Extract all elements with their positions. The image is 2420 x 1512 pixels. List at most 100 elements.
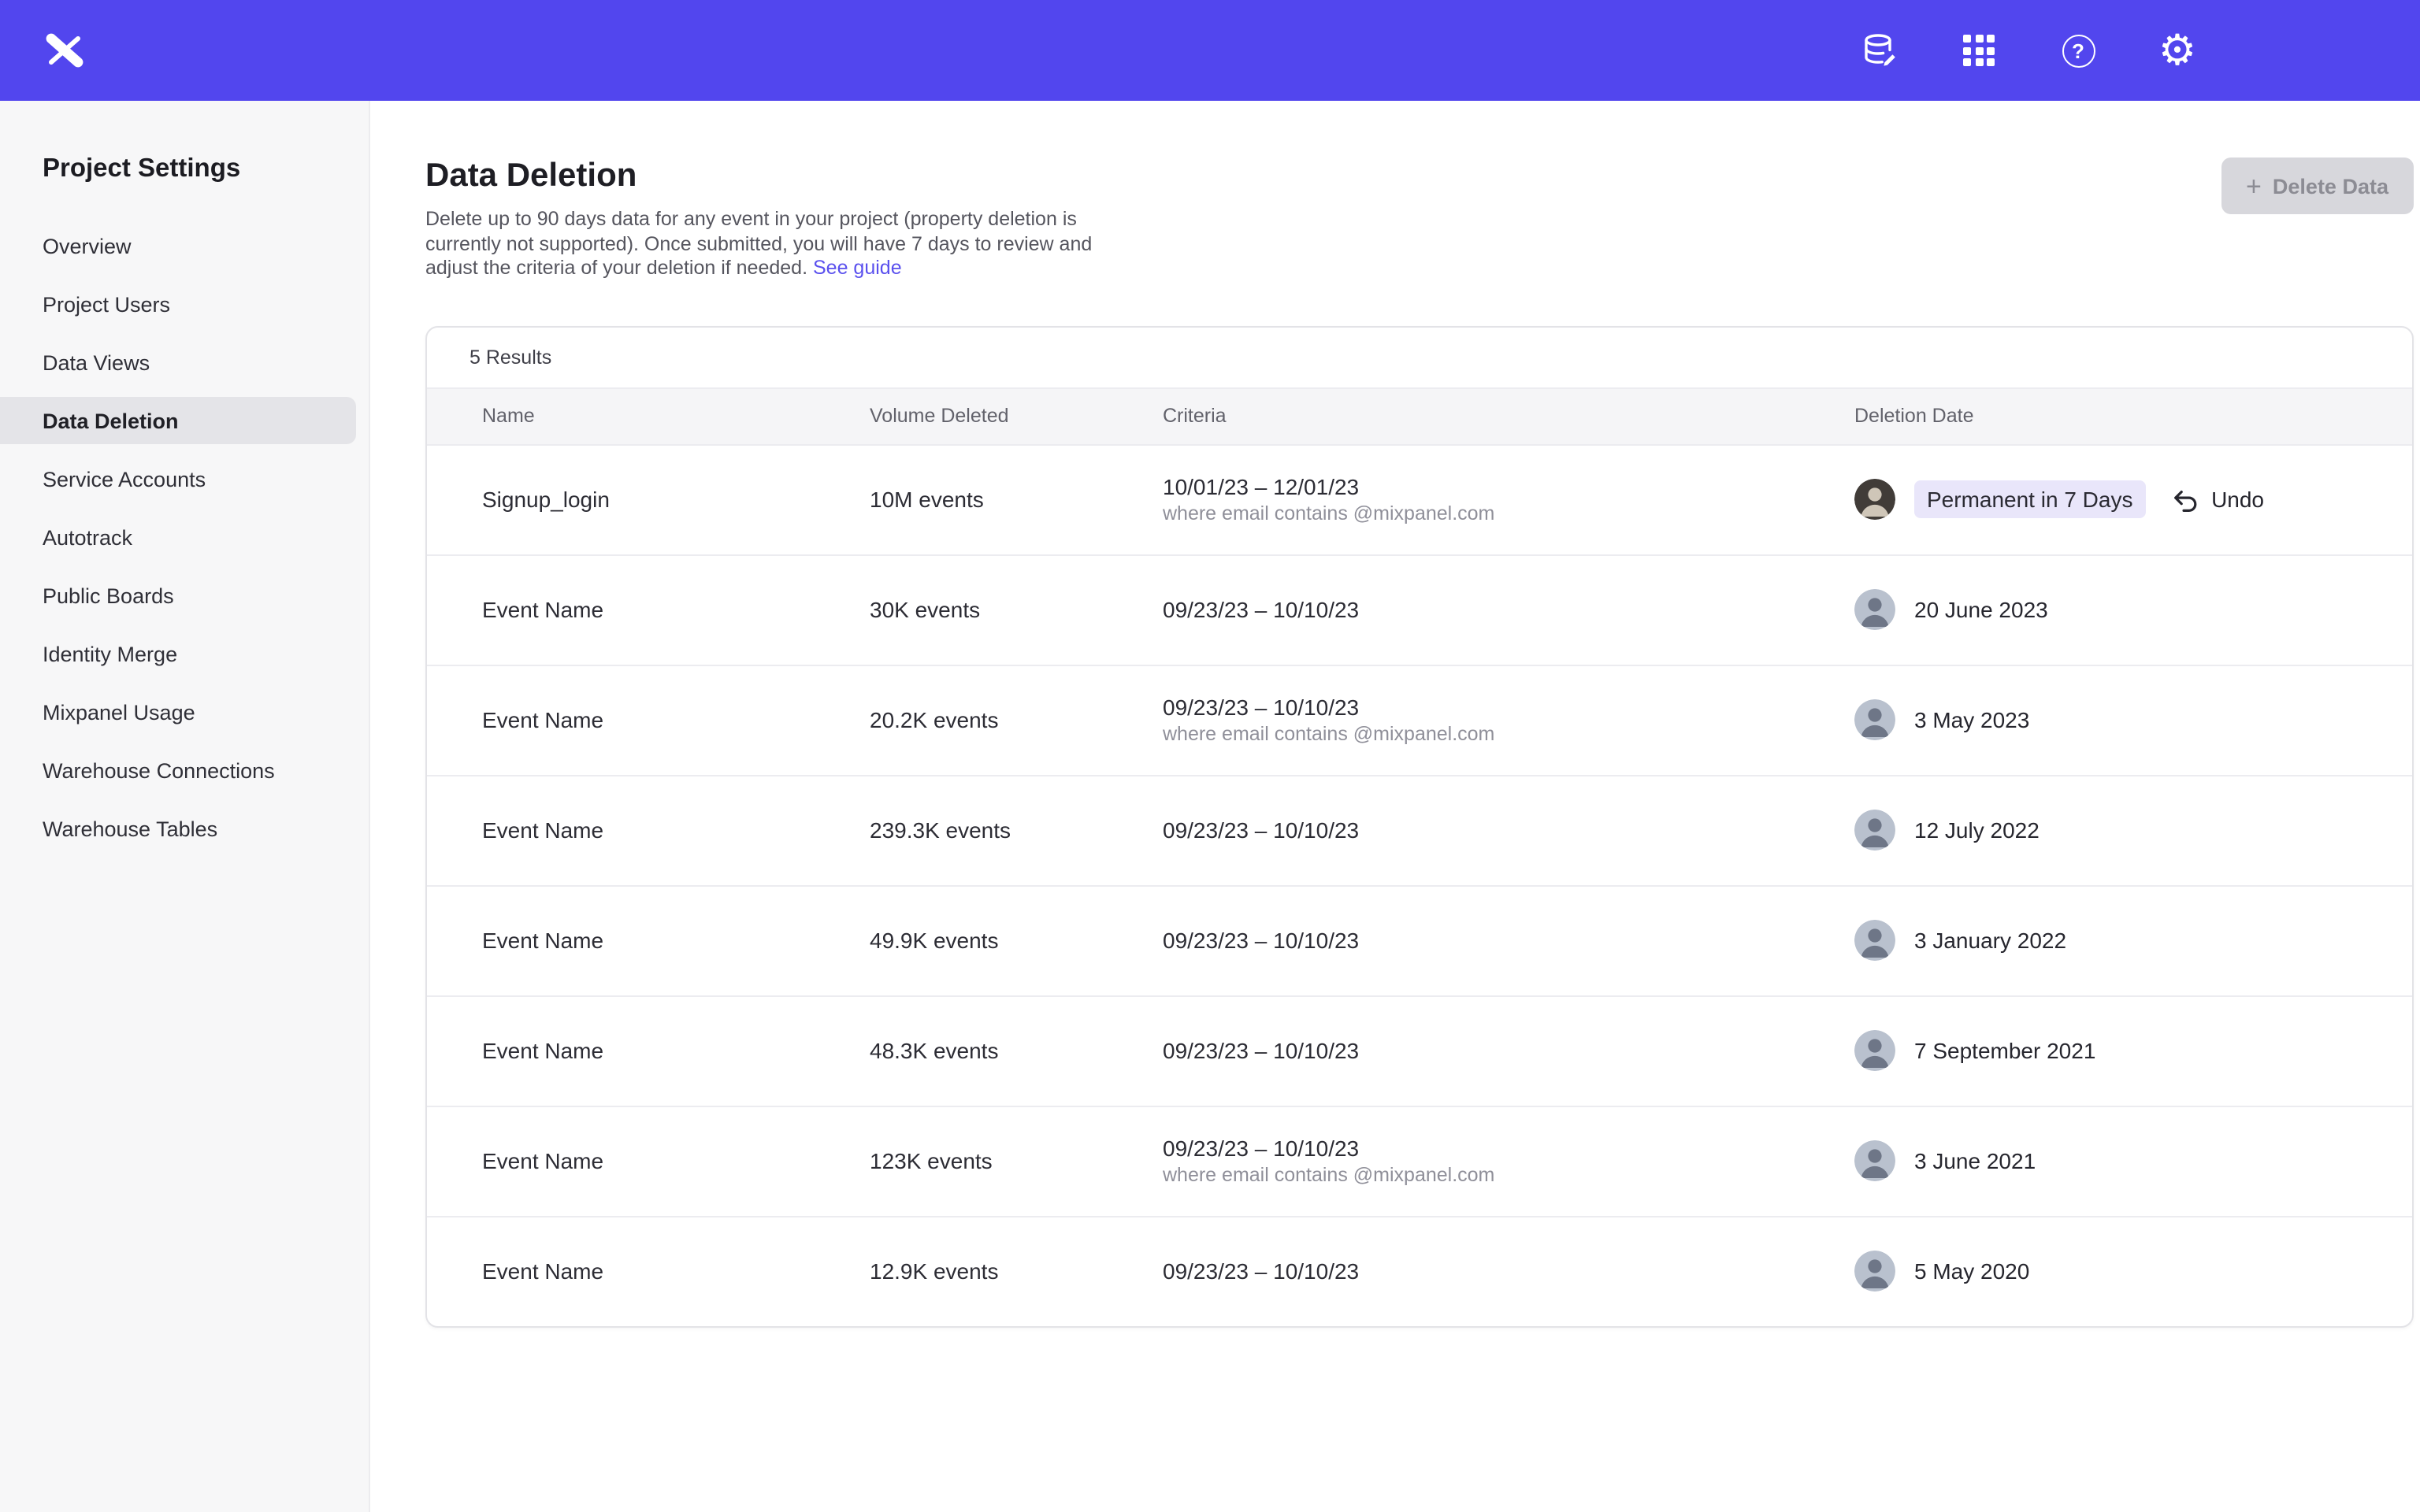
sidebar-item-label: Data Deletion xyxy=(43,409,179,432)
sidebar-item-label: Project Users xyxy=(43,292,170,316)
table-row: Event Name 12.9K events 09/23/23 – 10/10… xyxy=(427,1215,2412,1325)
sidebar-item-label: Public Boards xyxy=(43,584,174,607)
criteria-filter: where email contains @mixpanel.com xyxy=(1163,1164,1854,1186)
avatar xyxy=(1854,1030,1895,1071)
gear-glyph: ⚙ xyxy=(2158,29,2196,72)
sidebar-item-label: Autotrack xyxy=(43,525,132,549)
criteria-date-range: 09/23/23 – 10/10/23 xyxy=(1163,1136,1854,1161)
table-row: Event Name 30K events 09/23/23 – 10/10/2… xyxy=(427,554,2412,664)
page-description-text: Delete up to 90 days data for any event … xyxy=(425,208,1092,279)
sidebar-item-warehouse-connections[interactable]: Warehouse Connections xyxy=(0,747,356,794)
row-name: Event Name xyxy=(482,1148,870,1173)
page-description: Delete up to 90 days data for any event … xyxy=(425,208,1119,281)
help-icon[interactable]: ? xyxy=(2058,30,2099,71)
sidebar-item-public-boards[interactable]: Public Boards xyxy=(0,572,356,619)
apps-grid-glyph xyxy=(1963,35,1995,66)
row-volume-deleted: 10M events xyxy=(870,487,1163,512)
sidebar-item-label: Warehouse Tables xyxy=(43,817,217,840)
undo-icon xyxy=(2170,486,2197,513)
undo-button[interactable]: Undo xyxy=(2170,486,2264,513)
row-criteria: 09/23/23 – 10/10/23 where email contains… xyxy=(1163,695,1854,745)
row-name: Event Name xyxy=(482,1258,870,1284)
row-name: Event Name xyxy=(482,928,870,953)
layout: Project Settings Overview Project Users … xyxy=(0,101,2420,1512)
sidebar-item-label: Warehouse Connections xyxy=(43,758,275,782)
sidebar-item-data-views[interactable]: Data Views xyxy=(0,339,356,386)
sidebar-item-project-users[interactable]: Project Users xyxy=(0,280,356,328)
delete-data-button[interactable]: + Delete Data xyxy=(2221,158,2414,214)
topbar: ? ⚙ xyxy=(0,0,2420,101)
question-mark-glyph: ? xyxy=(2062,34,2095,67)
row-name: Event Name xyxy=(482,817,870,843)
apps-grid-icon[interactable] xyxy=(1958,30,1999,71)
criteria-date-range: 09/23/23 – 10/10/23 xyxy=(1163,695,1854,720)
main-content: Data Deletion Delete up to 90 days data … xyxy=(370,101,2420,1512)
row-name: Signup_login xyxy=(482,487,870,512)
avatar xyxy=(1854,589,1895,630)
row-criteria: 09/23/23 – 10/10/23 xyxy=(1163,817,1854,843)
sidebar-item-overview[interactable]: Overview xyxy=(0,222,356,269)
row-criteria: 09/23/23 – 10/10/23 where email contains… xyxy=(1163,1136,1854,1186)
row-criteria: 09/23/23 – 10/10/23 xyxy=(1163,597,1854,622)
criteria-date-range: 09/23/23 – 10/10/23 xyxy=(1163,1258,1854,1284)
criteria-date-range: 10/01/23 – 12/01/23 xyxy=(1163,474,1854,499)
avatar xyxy=(1854,1251,1895,1292)
row-criteria: 10/01/23 – 12/01/23 where email contains… xyxy=(1163,474,1854,524)
avatar xyxy=(1854,920,1895,961)
data-management-icon[interactable] xyxy=(1859,30,1900,71)
page-title: Data Deletion xyxy=(425,158,1119,195)
main-header: Data Deletion Delete up to 90 days data … xyxy=(425,158,2414,281)
column-header: Volume Deleted xyxy=(870,405,1163,427)
table-row: Event Name 49.9K events 09/23/23 – 10/10… xyxy=(427,884,2412,995)
table-row: Event Name 48.3K events 09/23/23 – 10/10… xyxy=(427,995,2412,1105)
deletion-date-text: 12 July 2022 xyxy=(1914,817,2040,843)
table-row: Signup_login 10M events 10/01/23 – 12/01… xyxy=(427,443,2412,554)
deletion-date-text: 3 January 2022 xyxy=(1914,928,2066,953)
sidebar-item-identity-merge[interactable]: Identity Merge xyxy=(0,630,356,677)
row-deletion-date: 7 September 2021 xyxy=(1854,1030,2412,1071)
sidebar-item-data-deletion[interactable]: Data Deletion xyxy=(0,397,356,444)
criteria-date-range: 09/23/23 – 10/10/23 xyxy=(1163,597,1854,622)
criteria-date-range: 09/23/23 – 10/10/23 xyxy=(1163,928,1854,953)
sidebar-menu: Overview Project Users Data Views Data D… xyxy=(0,222,369,852)
sidebar-item-warehouse-tables[interactable]: Warehouse Tables xyxy=(0,805,356,852)
row-volume-deleted: 48.3K events xyxy=(870,1038,1163,1063)
app-root: ? ⚙ Project Settings Overview Project Us… xyxy=(0,0,2420,1512)
sidebar-item-autotrack[interactable]: Autotrack xyxy=(0,513,356,561)
mixpanel-logo-icon[interactable] xyxy=(44,30,85,71)
table-row: Event Name 123K events 09/23/23 – 10/10/… xyxy=(427,1105,2412,1215)
column-header: Criteria xyxy=(1163,405,1854,427)
row-deletion-date: 3 June 2021 xyxy=(1854,1140,2412,1181)
criteria-filter: where email contains @mixpanel.com xyxy=(1163,502,1854,524)
settings-gear-icon[interactable]: ⚙ xyxy=(2157,30,2198,71)
sidebar-title: Project Settings xyxy=(0,154,369,184)
sidebar-item-label: Data Views xyxy=(43,350,150,374)
deletion-date-text: 20 June 2023 xyxy=(1914,597,2048,622)
avatar xyxy=(1854,810,1895,850)
row-deletion-date: 3 May 2023 xyxy=(1854,699,2412,740)
row-criteria: 09/23/23 – 10/10/23 xyxy=(1163,928,1854,953)
avatar xyxy=(1854,699,1895,740)
criteria-filter: where email contains @mixpanel.com xyxy=(1163,723,1854,745)
row-volume-deleted: 12.9K events xyxy=(870,1258,1163,1284)
undo-label: Undo xyxy=(2211,487,2264,512)
row-deletion-date: Permanent in 7 Days Undo xyxy=(1854,479,2412,520)
deletion-date-text: 7 September 2021 xyxy=(1914,1038,2095,1063)
row-deletion-date: 20 June 2023 xyxy=(1854,589,2412,630)
deletion-date-text: 3 June 2021 xyxy=(1914,1148,2036,1173)
row-name: Event Name xyxy=(482,1038,870,1063)
sidebar-item-service-accounts[interactable]: Service Accounts xyxy=(0,455,356,502)
main-inner: Data Deletion Delete up to 90 days data … xyxy=(425,158,2414,1327)
sidebar-item-mixpanel-usage[interactable]: Mixpanel Usage xyxy=(0,688,356,736)
deletion-date-text: 3 May 2023 xyxy=(1914,707,2029,732)
row-volume-deleted: 123K events xyxy=(870,1148,1163,1173)
column-header: Deletion Date xyxy=(1854,405,2412,427)
deletion-table-card: 5 Results NameVolume DeletedCriteriaDele… xyxy=(425,325,2414,1327)
plus-icon: + xyxy=(2246,172,2262,199)
row-deletion-date: 3 January 2022 xyxy=(1854,920,2412,961)
title-block: Data Deletion Delete up to 90 days data … xyxy=(425,158,1119,281)
avatar xyxy=(1854,479,1895,520)
see-guide-link[interactable]: See guide xyxy=(813,257,902,279)
results-count: 5 Results xyxy=(427,327,2412,387)
row-volume-deleted: 20.2K events xyxy=(870,707,1163,732)
